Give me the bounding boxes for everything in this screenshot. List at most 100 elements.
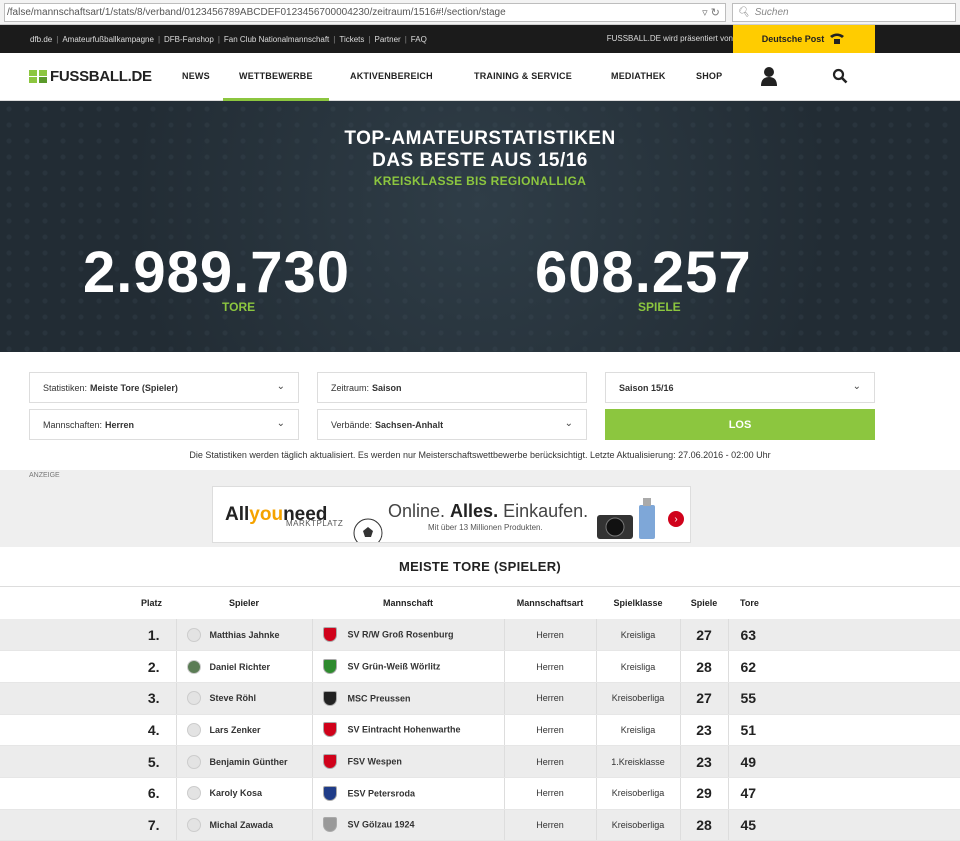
team-cell[interactable]: MSC Preussen: [312, 682, 504, 715]
games-total: 608.257: [535, 240, 752, 305]
games: 28: [679, 809, 728, 841]
team-cell[interactable]: ESV Petersroda: [312, 777, 504, 810]
teams-value: Herren: [105, 419, 135, 430]
player-cell[interactable]: Steve Röhl: [175, 682, 313, 715]
player-name: Karoly Kosa: [209, 788, 263, 799]
site-logo[interactable]: FUSSBALL.DE: [29, 68, 152, 85]
stats-hero: TOP-AMATEURSTATISTIKEN DAS BESTE AUS 15/…: [0, 101, 960, 352]
association-value: Sachsen-Anhalt: [375, 419, 444, 430]
player-cell[interactable]: Daniel Richter: [175, 650, 313, 683]
browser-search-box[interactable]: 🔍︎ Suchen: [732, 2, 956, 22]
player-cell[interactable]: Karoly Kosa: [175, 777, 313, 810]
league: Kreisliga: [596, 714, 680, 747]
club-crest-icon: [322, 659, 337, 675]
player-cell[interactable]: Lars Zenker: [175, 714, 313, 747]
col-spiele: Spiele: [690, 598, 718, 608]
goals: 51: [727, 714, 960, 747]
table-row[interactable]: 5. Benjamin Günther FSV Wespen Herren 1.Krei…: [0, 745, 960, 778]
address-bar[interactable]: /false/mannschaftsart/1/stats/8/verband/…: [4, 2, 726, 22]
league: Kreisliga: [596, 619, 680, 652]
nav-shop[interactable]: SHOP: [696, 71, 722, 81]
avatar: [186, 786, 201, 801]
filter-panel: Statistiken: Meiste Tore (Spieler) ⌄ Zei…: [0, 352, 960, 470]
ad-headline: Online. Alles. Einkaufen.: [388, 501, 589, 521]
season-select[interactable]: Saison 15/16 ⌄: [605, 372, 875, 403]
service-bar: dfb.de | Amateurfußballkampagne | DFB-Fans…: [0, 25, 960, 53]
rank: 2.: [0, 650, 176, 683]
club-crest-icon: [322, 627, 337, 643]
team-cell[interactable]: FSV Wespen: [312, 745, 504, 778]
hero-subtitle: KREISKLASSE BIS REGIONALLIGA: [373, 174, 587, 188]
goals: 55: [727, 682, 960, 715]
ad-label: ANZEIGE: [29, 472, 60, 479]
table-row[interactable]: 7. Michal Zawada SV Gölzau 1924 Herren Kreis…: [0, 809, 960, 841]
nav-news[interactable]: NEWS: [182, 71, 210, 81]
nav-wettbewerbe[interactable]: WETTBEWERBE: [223, 71, 329, 102]
col-spieler: Spieler: [228, 598, 259, 608]
search-icon[interactable]: [832, 68, 848, 89]
link-dfb[interactable]: dfb.de: [30, 35, 52, 44]
association-label: Verbände:: [331, 419, 373, 430]
ad-banner[interactable]: Allyouneed MARKTPLATZ Online. Alles. Ein…: [212, 486, 691, 543]
statistics-value: Meiste Tore (Spieler): [90, 382, 178, 393]
statistics-label: Statistiken:: [43, 382, 88, 393]
table-row[interactable]: 1. Matthias Jahnke SV R/W Groß Rosenburg He…: [0, 619, 960, 652]
col-platz: Platz: [140, 598, 162, 608]
link-kampagne[interactable]: Amateurfußballkampagne: [62, 35, 154, 44]
hero-title-line2: DAS BESTE AUS 15/16: [372, 150, 588, 171]
goals: 63: [727, 619, 960, 652]
football-icon: [353, 518, 383, 542]
link-tickets[interactable]: Tickets: [339, 35, 364, 44]
user-icon[interactable]: [760, 66, 778, 91]
table-title: MEISTE TORE (SPIELER): [0, 547, 960, 587]
team-cell[interactable]: SV R/W Groß Rosenburg: [312, 619, 504, 652]
link-fanshop[interactable]: DFB-Fanshop: [164, 35, 214, 44]
club-crest-icon: [322, 817, 337, 833]
team-cell[interactable]: SV Eintracht Hohenwarthe: [312, 714, 504, 747]
link-fanclub[interactable]: Fan Club Nationalmannschaft: [224, 35, 329, 44]
team-type: Herren: [503, 682, 597, 715]
table-row[interactable]: 6. Karoly Kosa ESV Petersroda Herren Kreisob…: [0, 777, 960, 810]
nav-training-service[interactable]: TRAINING & SERVICE: [474, 71, 572, 81]
avatar: [186, 659, 201, 674]
ad-arrow-icon[interactable]: ›: [668, 511, 684, 527]
table-row[interactable]: 2. Daniel Richter SV Grün-Weiß Wörlitz Herr…: [0, 650, 960, 683]
statistics-select[interactable]: Statistiken: Meiste Tore (Spieler) ⌄: [29, 372, 299, 403]
ad-marktplatz: MARKTPLATZ: [286, 519, 344, 528]
team-name: FSV Wespen: [347, 756, 402, 767]
table-row[interactable]: 4. Lars Zenker SV Eintracht Hohenwarthe Her…: [0, 714, 960, 747]
nav-mediathek[interactable]: MEDIATHEK: [611, 71, 666, 81]
team-type: Herren: [503, 809, 597, 841]
goals-total: 2.989.730: [83, 240, 351, 305]
presented-by-text: FUSSBALL.DE wird präsentiert von: [606, 34, 733, 43]
avatar: [186, 627, 201, 642]
player-cell[interactable]: Benjamin Günther: [175, 745, 313, 778]
team-cell[interactable]: SV Grün-Weiß Wörlitz: [312, 650, 504, 683]
games: 29: [679, 777, 728, 810]
team-name: SV Grün-Weiß Wörlitz: [347, 661, 441, 672]
link-faq[interactable]: FAQ: [411, 35, 427, 44]
submit-button[interactable]: LOS: [605, 409, 875, 440]
period-value: Saison: [372, 382, 402, 393]
avatar: [186, 754, 201, 769]
period-select[interactable]: Zeitraum: Saison: [317, 372, 587, 403]
table-row[interactable]: 3. Steve Röhl MSC Preussen Herren Kreisoberl…: [0, 682, 960, 715]
player-cell[interactable]: Matthias Jahnke: [175, 619, 313, 652]
games: 27: [679, 682, 728, 715]
player-cell[interactable]: Michal Zawada: [175, 809, 313, 841]
league: Kreisliga: [596, 650, 680, 683]
link-partner[interactable]: Partner: [374, 35, 400, 44]
sponsor-logo[interactable]: Deutsche Post: [733, 25, 875, 53]
post-horn-icon: [830, 33, 845, 44]
reload-icon[interactable]: ▿ ↻: [697, 6, 725, 19]
nav-aktivenbereich[interactable]: AKTIVENBEREICH: [350, 71, 433, 81]
association-select[interactable]: Verbände: Sachsen-Anhalt ⌄: [317, 409, 587, 440]
rank: 3.: [0, 682, 176, 715]
avatar: [186, 817, 201, 832]
stats-table: Platz Spieler Mannschaft Mannschaftsart …: [0, 587, 960, 841]
chevron-down-icon: ⌄: [852, 381, 861, 392]
teams-select[interactable]: Mannschaften: Herren ⌄: [29, 409, 299, 440]
player-name: Michal Zawada: [209, 819, 274, 830]
team-cell[interactable]: SV Gölzau 1924: [312, 809, 504, 841]
avatar: [186, 691, 201, 706]
